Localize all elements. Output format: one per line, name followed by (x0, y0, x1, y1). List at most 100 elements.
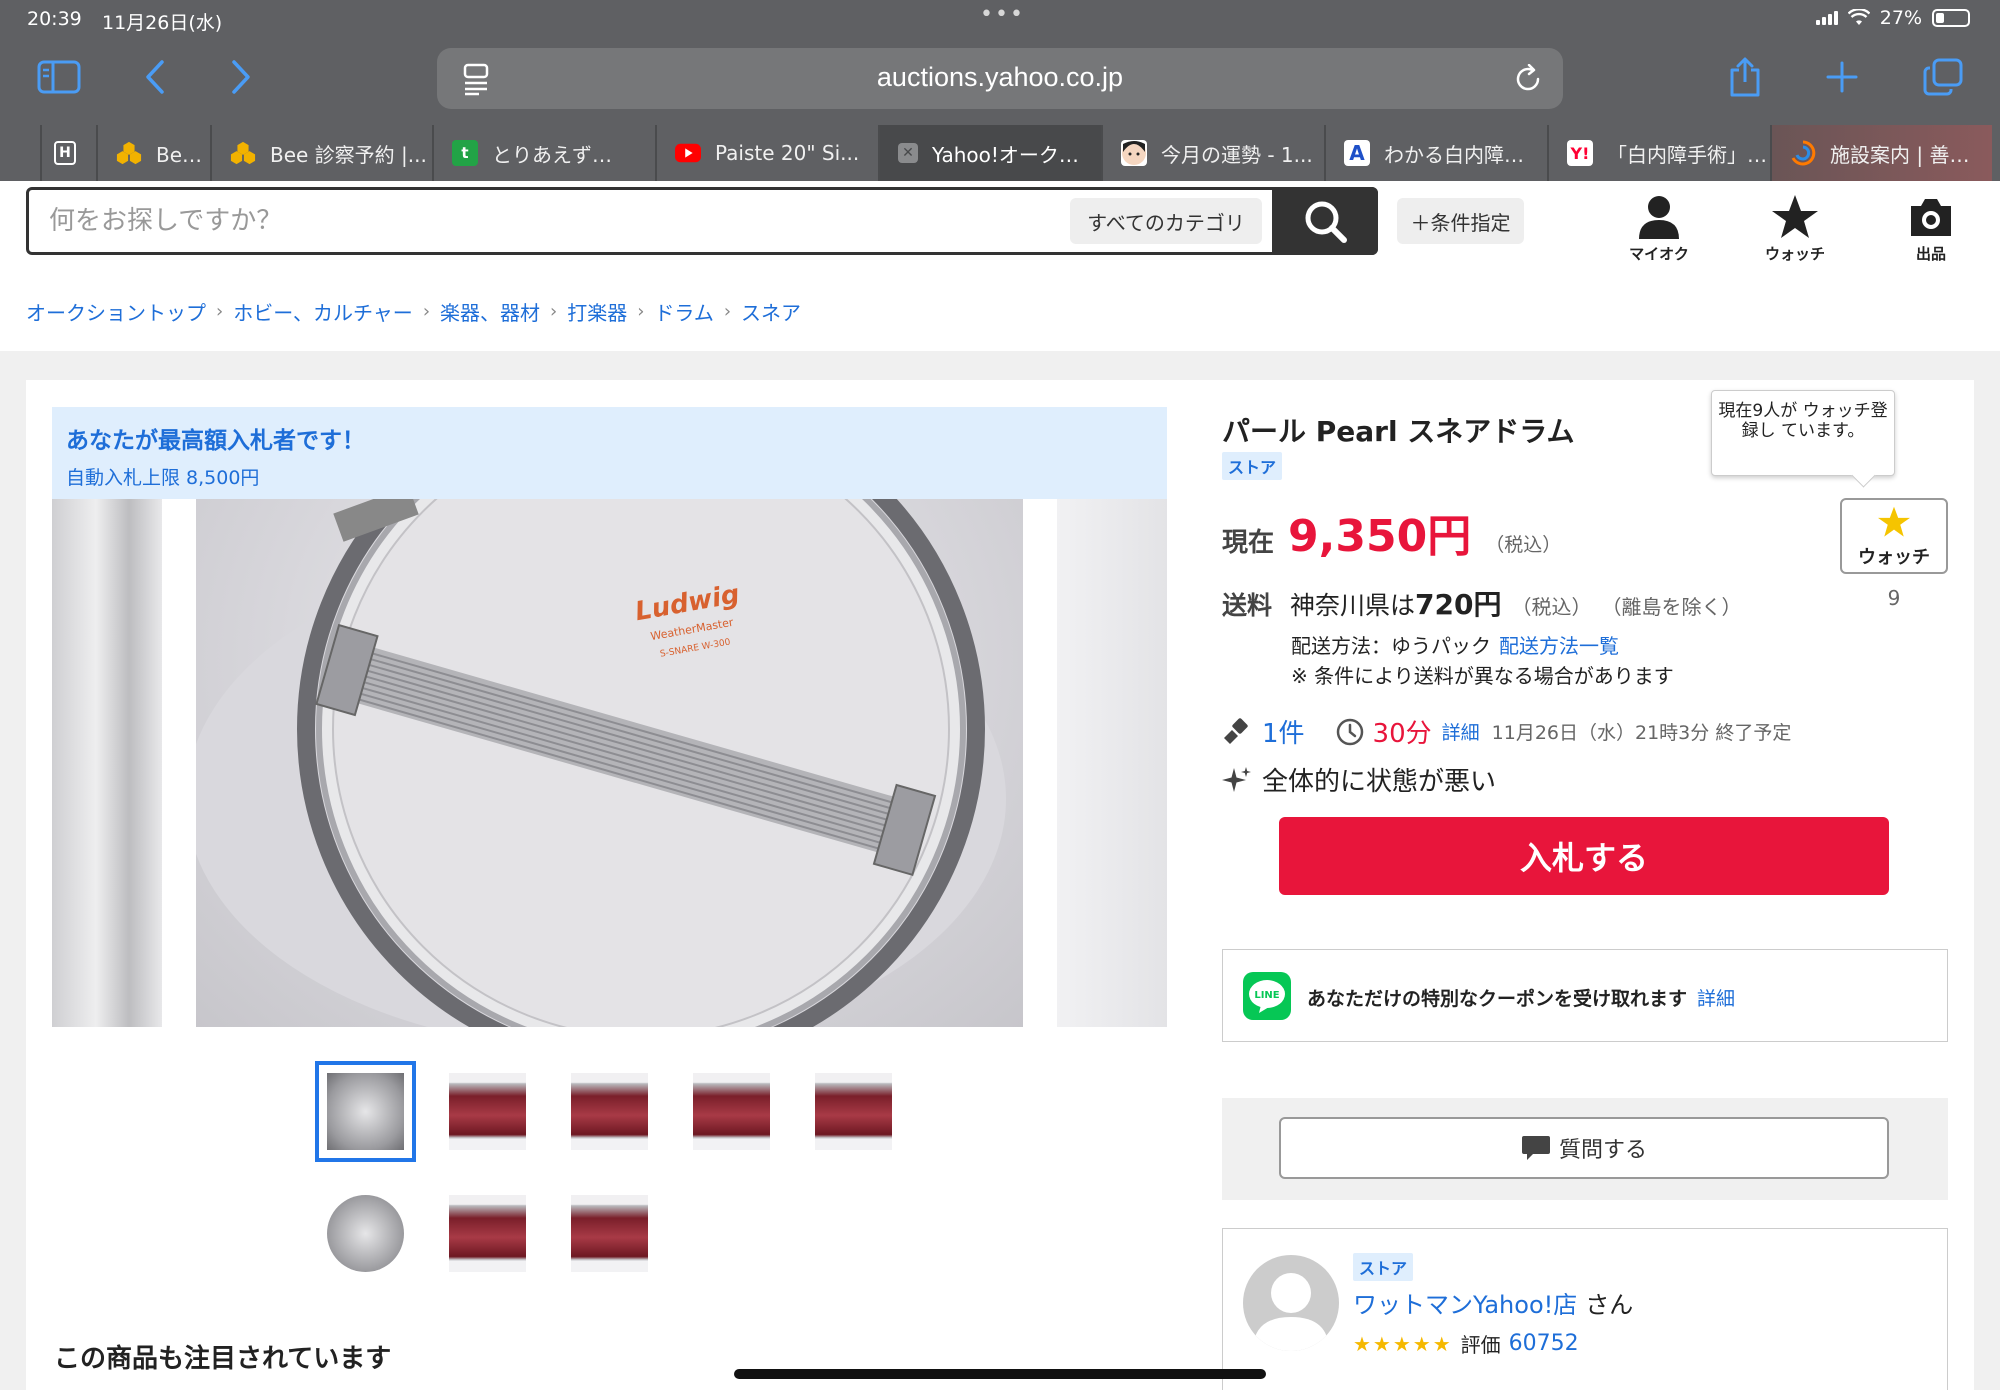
thumbnail-5[interactable] (803, 1061, 904, 1162)
tab-fortune[interactable]: 今月の運勢 - 1... (1101, 125, 1324, 181)
sell-link[interactable]: 出品 (1881, 191, 1981, 264)
a-icon: A (1344, 140, 1370, 166)
highest-bidder-banner: あなたが最高額入札者です！ 自動入札上限 8,500円 (52, 407, 1167, 499)
shipping-method-list-link[interactable]: 配送方法一覧 (1499, 634, 1619, 658)
line-icon: LINE (1243, 972, 1291, 1020)
item-title: パール Pearl スネアドラム (1222, 415, 1575, 448)
tab-edge[interactable] (0, 125, 40, 181)
battery-icon (1932, 9, 1970, 27)
thumbnail-3[interactable] (559, 1061, 660, 1162)
tabs-overview-icon[interactable] (1918, 52, 1968, 102)
multitasking-dots-icon[interactable]: ••• (980, 2, 1025, 27)
rating-value[interactable]: 60752 (1509, 1331, 1579, 1356)
tab-cataract-surgery[interactable]: Y! 「白内障手術」… (1547, 125, 1770, 181)
main-product-image[interactable]: Ludwig WeatherMaster S-SNARE W-300 (196, 499, 1023, 1027)
next-image-peek[interactable] (1057, 499, 1167, 1027)
tab-h[interactable]: H (40, 125, 96, 181)
bid-count[interactable]: 1件 (1262, 713, 1305, 750)
watch-button[interactable]: ウォッチ (1840, 498, 1948, 574)
yahoo-y-icon: Y! (1567, 140, 1593, 166)
sidebar-toggle-icon[interactable] (34, 52, 84, 102)
tab-bee-1[interactable]: Bee 診 (96, 125, 210, 181)
tab-bee-2[interactable]: Bee 診察予約 |... (210, 125, 432, 181)
status-indicators: 27% (1815, 7, 1970, 29)
tab-label: Paiste 20" Si... (715, 141, 860, 165)
breadcrumb-item[interactable]: ホビー、カルチャー (233, 297, 413, 326)
seller-suffix: さん (1585, 1291, 1634, 1319)
share-icon[interactable] (1720, 52, 1770, 102)
bee-icon (116, 140, 142, 166)
avatar[interactable] (1243, 1255, 1339, 1351)
new-tab-icon[interactable] (1817, 52, 1867, 102)
search-button[interactable] (1272, 187, 1378, 255)
auto-bid-limit: 自動入札上限 8,500円 (66, 467, 260, 489)
back-icon[interactable] (130, 52, 180, 102)
breadcrumb-item[interactable]: 打楽器 (567, 297, 627, 326)
thumbnail-4[interactable] (681, 1061, 782, 1162)
chevron-right-icon: › (422, 301, 431, 322)
condition-button[interactable]: ＋条件指定 (1397, 198, 1524, 244)
seller-name[interactable]: ワットマンYahoo!店 さん (1353, 1285, 1633, 1320)
bid-button[interactable]: 入札する (1279, 817, 1889, 895)
tab-label: 今月の運勢 - 1... (1161, 142, 1313, 167)
thumbnail-8[interactable] (559, 1183, 660, 1284)
reload-icon[interactable] (1513, 63, 1543, 98)
clock-icon (1336, 718, 1363, 745)
tab-facility[interactable]: 施設案内 | 善… (1770, 125, 1992, 181)
time-detail-link[interactable]: 詳細 (1442, 718, 1480, 745)
status-time: 20:39 (27, 8, 82, 30)
thumbnail-7[interactable] (437, 1183, 538, 1284)
end-time: 11月26日（水）21時3分 終了予定 (1491, 722, 1792, 744)
category-select[interactable]: すべてのカテゴリ (1070, 198, 1262, 244)
store-badge: ストア (1222, 452, 1283, 480)
myauc-link[interactable]: マイオク (1609, 191, 1709, 264)
condition-row: 全体的に状態が悪い (1222, 761, 1496, 798)
tab-yahoo-auction[interactable]: ✕ Yahoo!オーク… (878, 125, 1101, 181)
shipping-note: ※ 条件により送料が異なる場合があります (1291, 664, 1674, 688)
question-button[interactable]: 質問する (1279, 1117, 1889, 1179)
breadcrumb-item[interactable]: スネア (741, 297, 801, 326)
status-date: 11月26日(水) (102, 12, 223, 34)
home-indicator (734, 1369, 1266, 1379)
thumbnail-2[interactable] (437, 1061, 538, 1162)
shipping-tax-note: （税込） (1511, 595, 1592, 619)
watch-tooltip: 現在9人が ウォッチ登録し ています。 (1711, 390, 1895, 476)
current-price: 9,350円 (1288, 511, 1472, 562)
youtube-icon (675, 140, 701, 166)
price-row: 現在 9,350円 （税込） (1222, 500, 1561, 564)
forward-icon[interactable] (216, 52, 266, 102)
search-bar: すべてのカテゴリ (26, 187, 1378, 255)
url-text: auctions.yahoo.co.jp (876, 62, 1124, 92)
camera-icon (1881, 191, 1981, 243)
condition-text: 全体的に状態が悪い (1262, 767, 1497, 797)
seller-store-badge: ストア (1353, 1253, 1414, 1281)
image-gallery[interactable]: Ludwig WeatherMaster S-SNARE W-300 (52, 499, 1167, 1027)
prev-image-peek[interactable] (52, 499, 162, 1027)
close-icon[interactable]: ✕ (898, 143, 918, 163)
cellular-signal-icon (1815, 11, 1838, 25)
tab-youtube[interactable]: Paiste 20" Si... (655, 125, 878, 181)
watch-button-label: ウォッチ (1858, 547, 1930, 568)
tab-toriaezu[interactable]: t とりあえず… (432, 125, 655, 181)
rating-stars-icon: ★★★★★ (1353, 1331, 1453, 1356)
search-input[interactable] (49, 190, 1049, 252)
tab-label: Bee 診 (156, 142, 210, 167)
line-coupon-detail-link[interactable]: 詳細 (1697, 988, 1735, 1010)
breadcrumb-item[interactable]: ドラム (654, 297, 713, 326)
tab-cataract[interactable]: A わかる白内障… (1324, 125, 1547, 181)
tab-label: 施設案内 | 善… (1830, 142, 1970, 167)
price-label: 現在 (1222, 528, 1275, 558)
time-left: 30分 (1372, 719, 1432, 749)
breadcrumb-item[interactable]: オークショントップ (26, 297, 206, 326)
address-bar[interactable]: auctions.yahoo.co.jp (437, 48, 1563, 109)
bee-icon (230, 140, 256, 166)
tab-label: わかる白内障… (1384, 142, 1524, 167)
thumbnail-1[interactable] (315, 1061, 416, 1162)
watch-link[interactable]: ウォッチ (1745, 191, 1845, 264)
chevron-right-icon: › (637, 301, 645, 322)
breadcrumb-item[interactable]: 楽器、器材 (440, 297, 540, 326)
line-coupon-box: LINE あなただけの特別なクーポンを受け取れます 詳細 (1222, 949, 1948, 1042)
shipping-except-note: （離島を除く） (1601, 595, 1742, 619)
star-icon (1745, 191, 1845, 243)
thumbnail-6[interactable] (315, 1183, 416, 1284)
